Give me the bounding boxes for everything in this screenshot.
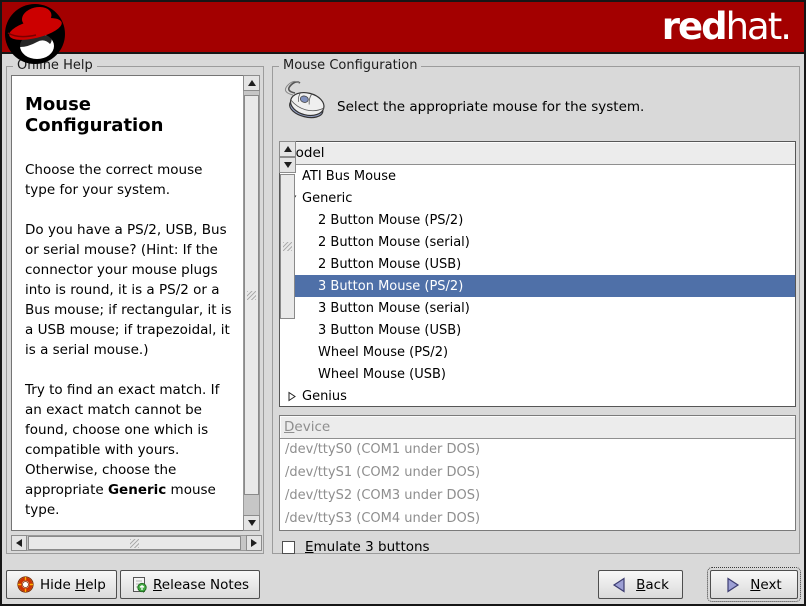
scroll-right-button[interactable]	[246, 535, 262, 551]
help-title: Mouse Configuration	[25, 94, 232, 136]
online-help-frame: Online Help Mouse Configuration Choose t…	[6, 66, 264, 554]
scroll-up-button[interactable]	[243, 75, 260, 91]
mouse-configuration-frame: Mouse Configuration Select the appropria…	[272, 66, 800, 554]
model-column-header[interactable]: Model	[280, 142, 795, 165]
back-label: Back	[636, 577, 669, 593]
redhat-shadowman-icon	[4, 3, 67, 66]
banner: redhat.	[2, 2, 804, 54]
back-button[interactable]: Back	[598, 570, 683, 599]
next-label: Next	[750, 577, 781, 593]
scroll-left-button[interactable]	[11, 535, 27, 551]
emulate-3-buttons-label: Emulate 3 buttons	[305, 539, 430, 555]
model-row-selected[interactable]: 3 Button Mouse (PS/2)	[280, 275, 795, 297]
help-paragraph-2: Do you have a PS/2, USB, Bus or serial m…	[25, 220, 232, 360]
mouse-icon	[281, 79, 329, 125]
device-row: /dev/ttyS1 (COM2 under DOS)	[280, 462, 795, 485]
scrollbar-thumb[interactable]	[280, 174, 295, 319]
help-paragraph-1: Choose the correct mouse type for your s…	[25, 160, 232, 200]
expander-closed-icon[interactable]	[286, 391, 297, 402]
scrollbar-trough[interactable]	[27, 535, 246, 551]
help-text-viewport: Mouse Configuration Choose the correct m…	[11, 75, 245, 531]
scroll-down-button[interactable]	[243, 515, 260, 531]
thumb-grip	[247, 291, 256, 300]
device-row: /dev/ttyS2 (COM3 under DOS)	[280, 485, 795, 508]
help-horizontal-scrollbar[interactable]	[11, 535, 262, 551]
instruction-text: Select the appropriate mouse for the sys…	[337, 99, 644, 115]
model-row[interactable]: 2 Button Mouse (USB)	[280, 253, 795, 275]
up-arrow-icon	[284, 146, 292, 152]
model-list: Model ATI Bus Mouse Generic 2 Button Mou…	[279, 141, 796, 407]
release-notes-document-icon	[131, 576, 147, 593]
scrollbar-thumb[interactable]	[28, 536, 241, 550]
model-vertical-scrollbar[interactable]	[279, 141, 296, 173]
scroll-down-button[interactable]	[279, 157, 296, 173]
next-button[interactable]: Next	[710, 570, 798, 599]
release-notes-label: Release Notes	[153, 577, 249, 593]
down-arrow-icon	[248, 520, 256, 526]
thumb-grip	[283, 242, 292, 251]
model-row[interactable]: Genius	[280, 385, 795, 407]
back-arrow-icon	[612, 577, 626, 593]
wordmark-bold: red	[662, 5, 726, 48]
left-arrow-icon	[16, 539, 22, 547]
hide-help-button[interactable]: Hide Help	[6, 570, 117, 599]
scrollbar-thumb[interactable]	[244, 95, 259, 495]
wordmark-rest: hat.	[726, 5, 790, 48]
right-arrow-icon	[251, 539, 257, 547]
help-vertical-scrollbar[interactable]	[243, 75, 260, 531]
device-column-header: Device	[280, 416, 795, 439]
model-row[interactable]: Generic	[280, 187, 795, 209]
release-notes-button[interactable]: Release Notes	[120, 570, 260, 599]
emulate-3-buttons-checkbox[interactable]	[282, 541, 295, 554]
device-row: /dev/ttyS0 (COM1 under DOS)	[280, 439, 795, 462]
scrollbar-trough[interactable]	[243, 91, 260, 515]
model-row[interactable]: Wheel Mouse (PS/2)	[280, 341, 795, 363]
next-arrow-icon	[726, 577, 740, 593]
model-row[interactable]: 3 Button Mouse (USB)	[280, 319, 795, 341]
thumb-grip	[130, 539, 139, 548]
help-bold-generic: Generic	[108, 482, 166, 498]
emulate-3-buttons-option[interactable]: Emulate 3 buttons	[282, 539, 430, 555]
installer-window: redhat. Online Help Mouse Configuration …	[0, 0, 806, 606]
model-row[interactable]: 3 Button Mouse (serial)	[280, 297, 795, 319]
model-row[interactable]: Wheel Mouse (USB)	[280, 363, 795, 385]
hide-help-label: Hide Help	[40, 577, 106, 593]
mouse-configuration-frame-label: Mouse Configuration	[279, 58, 421, 73]
model-row[interactable]: 2 Button Mouse (serial)	[280, 231, 795, 253]
scroll-up-button[interactable]	[279, 141, 296, 157]
up-arrow-icon	[248, 80, 256, 86]
device-row: /dev/ttyS3 (COM4 under DOS)	[280, 508, 795, 531]
model-row[interactable]: 2 Button Mouse (PS/2)	[280, 209, 795, 231]
help-paragraph-3: Try to find an exact match. If an exact …	[25, 380, 232, 520]
redhat-wordmark: redhat.	[662, 6, 790, 48]
model-row[interactable]: ATI Bus Mouse	[280, 165, 795, 187]
down-arrow-icon	[284, 162, 292, 168]
life-preserver-icon	[17, 576, 34, 593]
device-list: Device /dev/ttyS0 (COM1 under DOS) /dev/…	[279, 415, 796, 531]
